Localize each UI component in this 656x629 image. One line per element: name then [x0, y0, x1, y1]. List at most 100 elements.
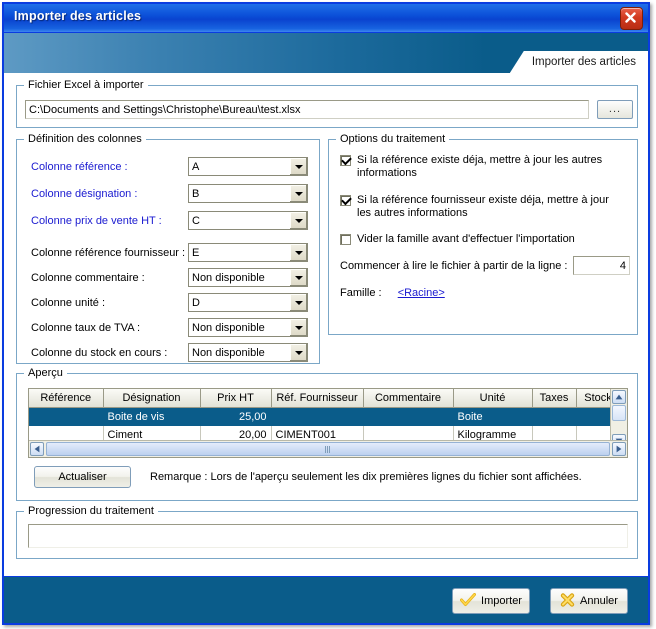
- combo-value: C: [192, 214, 200, 227]
- combo-value: B: [192, 187, 200, 200]
- tab-importer-des-articles[interactable]: Importer des articles: [509, 51, 648, 73]
- combo-colonne-reference-fournisseur[interactable]: E: [188, 243, 308, 262]
- column-header-ref-fournisseur[interactable]: Réf. Fournisseur: [271, 389, 364, 408]
- table-row[interactable]: Boite de vis 25,00 Boite: [29, 407, 621, 426]
- progress-bar: [28, 524, 628, 548]
- preview-table: Référence Désignation Prix HT Réf. Fourn…: [29, 389, 621, 444]
- label-colonne-unite: Colonne unité :: [31, 297, 105, 309]
- cell-commentaire: [363, 407, 454, 426]
- chevron-down-icon[interactable]: [289, 158, 307, 175]
- label-colonne-reference: Colonne référence :: [31, 161, 128, 173]
- label-famille: Famille :: [340, 287, 382, 299]
- label-colonne-commentaire: Colonne commentaire :: [31, 272, 145, 284]
- title-bar: Importer des articles: [4, 4, 648, 33]
- checkbox-update-reference-label: Si la référence existe déja, mettre à jo…: [357, 154, 603, 179]
- combo-colonne-unite[interactable]: D: [188, 293, 308, 312]
- options-group: Options du traitement Si la référence ex…: [328, 133, 638, 335]
- columns-group: Définition des colonnes Colonne référenc…: [16, 133, 320, 364]
- preview-remark: Remarque : Lors de l'aperçu seulement le…: [150, 471, 582, 483]
- combo-colonne-designation[interactable]: B: [188, 184, 308, 203]
- checkbox-update-supplier-reference-label: Si la référence fournisseur existe déja,…: [357, 194, 609, 219]
- window-title: Importer des articles: [14, 9, 142, 23]
- combo-colonne-stock-en-cours[interactable]: Non disponible: [188, 343, 308, 362]
- chevron-down-icon[interactable]: [289, 269, 307, 286]
- label-colonne-designation: Colonne désignation :: [31, 188, 138, 200]
- columns-group-legend: Définition des colonnes: [24, 133, 146, 145]
- column-header-reference[interactable]: Référence: [29, 389, 104, 408]
- preview-table-container: Référence Désignation Prix HT Réf. Fourn…: [28, 388, 628, 458]
- browse-button-label: ...: [608, 103, 622, 115]
- file-path-input[interactable]: [25, 100, 589, 119]
- file-group-legend: Fichier Excel à importer: [24, 79, 148, 91]
- combo-value: A: [192, 160, 200, 173]
- scroll-up-button[interactable]: [612, 390, 626, 404]
- combo-value: Non disponible: [192, 321, 265, 334]
- chevron-down-icon[interactable]: [289, 244, 307, 261]
- dialog-body: Fichier Excel à importer ... Définition …: [4, 73, 648, 623]
- chevron-down-icon[interactable]: [289, 185, 307, 202]
- column-header-taxes[interactable]: Taxes: [532, 389, 577, 408]
- cancel-button[interactable]: Annuler: [550, 588, 628, 614]
- family-row: Famille : <Racine>: [340, 287, 445, 299]
- preview-group-legend: Aperçu: [24, 367, 67, 379]
- header-banner: Importer des articles: [4, 33, 648, 73]
- combo-colonne-prix-vente-ht[interactable]: C: [188, 211, 308, 230]
- refresh-button-label: Actualiser: [58, 471, 107, 483]
- table-vertical-scrollbar[interactable]: [610, 389, 627, 448]
- cell-designation: Boite de vis: [103, 407, 201, 426]
- combo-colonne-commentaire[interactable]: Non disponible: [188, 268, 308, 287]
- checkbox-update-reference[interactable]: [340, 155, 351, 166]
- import-button-label: Importer: [481, 595, 522, 607]
- combo-value: D: [192, 296, 200, 309]
- checkbox-clear-family-label: Vider la famille avant d'effectuer l'imp…: [357, 233, 575, 245]
- vertical-scroll-thumb[interactable]: [612, 405, 626, 421]
- label-colonne-stock-en-cours: Colonne du stock en cours :: [31, 347, 168, 359]
- scroll-left-button[interactable]: [30, 442, 44, 456]
- cell-taxes: [532, 407, 577, 426]
- dialog-footer: Importer Annuler: [4, 576, 648, 623]
- label-colonne-prix-vente-ht: Colonne prix de vente HT :: [31, 215, 162, 227]
- checkbox-row-update-supplier-reference[interactable]: Si la référence fournisseur existe déja,…: [340, 194, 622, 220]
- label-start-line: Commencer à lire le fichier à partir de …: [340, 260, 568, 272]
- column-header-unite[interactable]: Unité: [453, 389, 533, 408]
- progress-group: Progression du traitement: [16, 505, 638, 559]
- column-header-prix-ht[interactable]: Prix HT: [200, 389, 272, 408]
- check-icon: [460, 592, 477, 610]
- label-colonne-reference-fournisseur: Colonne référence fournisseur :: [31, 247, 186, 259]
- combo-value: Non disponible: [192, 346, 265, 359]
- scroll-thumb-grip: [325, 445, 331, 453]
- import-button[interactable]: Importer: [452, 588, 530, 614]
- chevron-down-icon[interactable]: [289, 294, 307, 311]
- combo-value: Non disponible: [192, 271, 265, 284]
- combo-colonne-taux-tva[interactable]: Non disponible: [188, 318, 308, 337]
- checkbox-update-supplier-reference[interactable]: [340, 195, 351, 206]
- close-button[interactable]: [620, 7, 643, 30]
- cell-prix-ht: 25,00: [200, 407, 272, 426]
- cell-ref-fournisseur: [271, 407, 364, 426]
- file-group: Fichier Excel à importer ...: [16, 79, 638, 128]
- table-horizontal-scrollbar[interactable]: [29, 440, 627, 457]
- chevron-down-icon[interactable]: [289, 212, 307, 229]
- chevron-down-icon[interactable]: [289, 319, 307, 336]
- checkbox-row-clear-family[interactable]: Vider la famille avant d'effectuer l'imp…: [340, 233, 622, 246]
- checkbox-row-update-reference[interactable]: Si la référence existe déja, mettre à jo…: [340, 154, 622, 180]
- options-group-legend: Options du traitement: [336, 133, 450, 145]
- cancel-button-label: Annuler: [580, 595, 618, 607]
- column-header-designation[interactable]: Désignation: [103, 389, 201, 408]
- scroll-right-button[interactable]: [612, 442, 626, 456]
- family-link[interactable]: <Racine>: [398, 287, 445, 299]
- preview-table-header-row: Référence Désignation Prix HT Réf. Fourn…: [29, 389, 621, 408]
- refresh-button[interactable]: Actualiser: [34, 466, 131, 488]
- horizontal-scroll-thumb[interactable]: [46, 442, 610, 456]
- chevron-down-icon[interactable]: [289, 344, 307, 361]
- column-header-commentaire[interactable]: Commentaire: [363, 389, 454, 408]
- preview-group: Aperçu Référence Désignation Prix HT Réf…: [16, 367, 638, 501]
- cross-icon: [560, 592, 575, 610]
- label-colonne-taux-tva: Colonne taux de TVA :: [31, 322, 141, 334]
- checkbox-clear-family[interactable]: [340, 234, 351, 245]
- browse-button[interactable]: ...: [597, 100, 633, 119]
- start-line-input[interactable]: [573, 256, 630, 275]
- cell-unite: Boite: [453, 407, 533, 426]
- import-articles-dialog: Importer des articles Importer des artic…: [2, 2, 650, 625]
- combo-colonne-reference[interactable]: A: [188, 157, 308, 176]
